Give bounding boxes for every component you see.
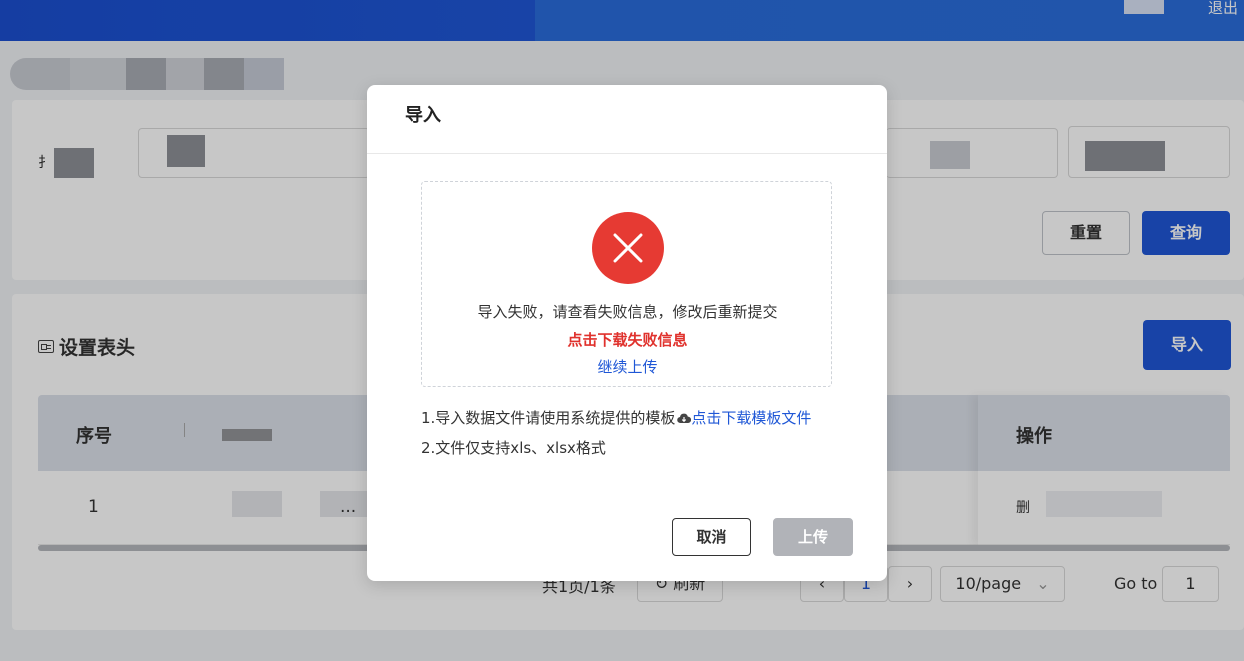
template-tip: 1.导入数据文件请使用系统提供的模板 点击下载模板文件: [421, 407, 811, 428]
cancel-button[interactable]: 取消: [672, 518, 751, 556]
import-dialog: 导入 导入失败，请查看失败信息，修改后重新提交 点击下载失败信息 继续上传 1.…: [367, 85, 887, 581]
dialog-title: 导入: [405, 105, 441, 126]
download-template-link[interactable]: 点击下载模板文件: [675, 409, 811, 427]
close-circle-icon: [592, 212, 664, 284]
template-tip-text: 1.导入数据文件请使用系统提供的模板: [421, 409, 676, 427]
download-fail-info-link[interactable]: 点击下载失败信息: [422, 329, 833, 350]
file-format-tip: 2.文件仅支持xls、xlsx格式: [421, 439, 606, 457]
dialog-divider: [367, 153, 887, 154]
continue-upload-link[interactable]: 继续上传: [422, 356, 833, 377]
upload-button[interactable]: 上传: [773, 518, 853, 556]
cloud-download-icon: [677, 413, 692, 424]
upload-dropzone[interactable]: 导入失败，请查看失败信息，修改后重新提交 点击下载失败信息 继续上传: [421, 181, 832, 387]
download-template-label: 点击下载模板文件: [691, 409, 812, 427]
import-error-message: 导入失败，请查看失败信息，修改后重新提交: [477, 303, 778, 321]
